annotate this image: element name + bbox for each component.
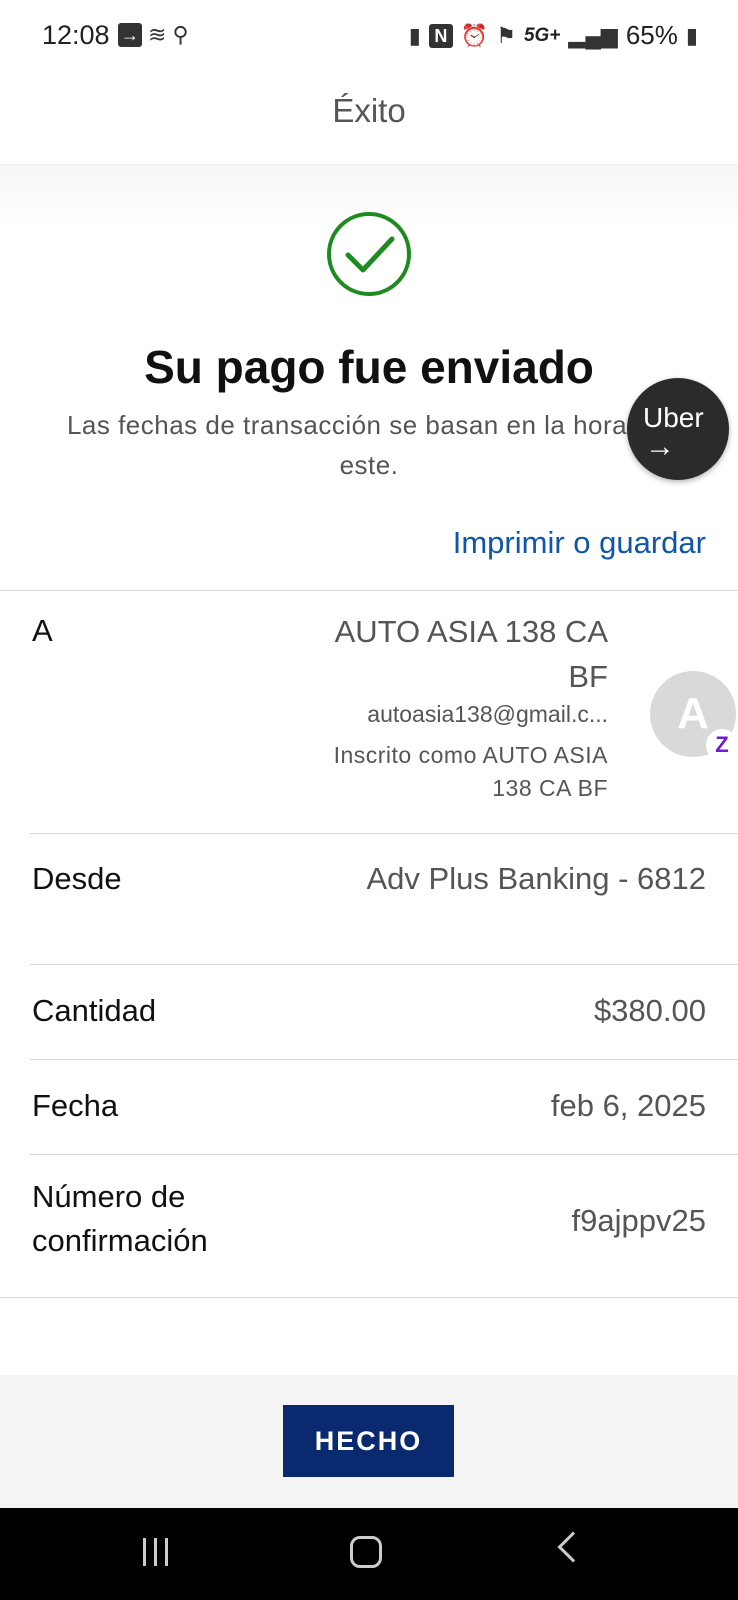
from-account: Adv Plus Banking - 6812 xyxy=(366,861,707,896)
date-value: feb 6, 2025 xyxy=(550,1088,706,1123)
recents-icon[interactable] xyxy=(143,1538,168,1566)
recipient-enrolled-as: Inscrito como AUTO ASIA 138 CA BF xyxy=(333,742,608,801)
location-pin-icon: ⚑ xyxy=(496,22,516,48)
arrow-right-icon: → xyxy=(645,430,675,463)
success-headline: Su pago fue enviado xyxy=(144,341,594,393)
confirmation-row: Número de confirmación f9ajppv25 xyxy=(30,1155,738,1295)
amount-value: $380.00 xyxy=(593,993,706,1028)
status-time: 12:08 xyxy=(42,20,110,50)
confirmation-number: f9ajppv25 xyxy=(571,1203,706,1238)
location-question-icon: ⚲ xyxy=(172,22,189,47)
nfc-icon: N xyxy=(428,23,453,48)
status-right-icons: ▮ N ⏰ ⚑ 5G+ ▂▄▆ 65% ▮ xyxy=(409,20,698,51)
payment-details: A AUTO ASIA 138 CA BF autoasia138@gmail.… xyxy=(0,590,738,1258)
wifi-icon: ≋ xyxy=(148,22,167,47)
network-type: 5G+ xyxy=(523,24,561,46)
uber-bubble-button[interactable]: Uber → xyxy=(627,378,729,480)
success-check-icon xyxy=(327,212,411,296)
timezone-note: Las fechas de transacción se basan en la… xyxy=(66,410,672,480)
divider xyxy=(0,1297,738,1298)
status-left-icons: → ≋ ⚲ xyxy=(118,22,189,48)
home-icon[interactable] xyxy=(350,1536,382,1568)
footer: HECHO xyxy=(0,1375,738,1508)
recipient-row: A AUTO ASIA 138 CA BF autoasia138@gmail.… xyxy=(30,591,738,833)
from-label: Desde xyxy=(32,861,122,896)
confirmation-label: Número de confirmación xyxy=(32,1179,208,1258)
app-header: Éxito xyxy=(0,70,738,165)
date-row: Fecha feb 6, 2025 xyxy=(30,1060,738,1154)
amount-row: Cantidad $380.00 xyxy=(30,965,738,1059)
system-nav-bar xyxy=(0,1508,738,1600)
recipient-email: autoasia138@gmail.c... xyxy=(367,701,608,727)
battery-saver-icon: ▮ xyxy=(408,22,421,48)
print-or-save-link[interactable]: Imprimir o guardar xyxy=(453,525,706,561)
battery-icon: ▮ xyxy=(685,22,698,48)
date-label: Fecha xyxy=(32,1088,119,1123)
amount-label: Cantidad xyxy=(32,993,157,1028)
recipient-name: AUTO ASIA 138 CA BF xyxy=(334,614,608,694)
done-button[interactable]: HECHO xyxy=(283,1405,454,1477)
alarm-icon: ⏰ xyxy=(460,22,489,48)
cast-icon: → xyxy=(118,23,142,47)
from-row: Desde Adv Plus Banking - 6812 xyxy=(30,834,738,964)
status-bar: 12:08 → ≋ ⚲ ▮ N ⏰ ⚑ 5G+ ▂▄▆ 65% ▮ xyxy=(0,0,738,70)
success-hero: Su pago fue enviado Las fechas de transa… xyxy=(0,165,738,590)
battery-percent: 65% xyxy=(625,20,678,50)
recipient-label: A xyxy=(32,613,53,648)
page-title: Éxito xyxy=(332,92,406,129)
signal-icon: ▂▄▆ xyxy=(568,22,618,48)
back-icon[interactable] xyxy=(557,1531,589,1563)
zelle-icon: Z xyxy=(706,729,738,761)
